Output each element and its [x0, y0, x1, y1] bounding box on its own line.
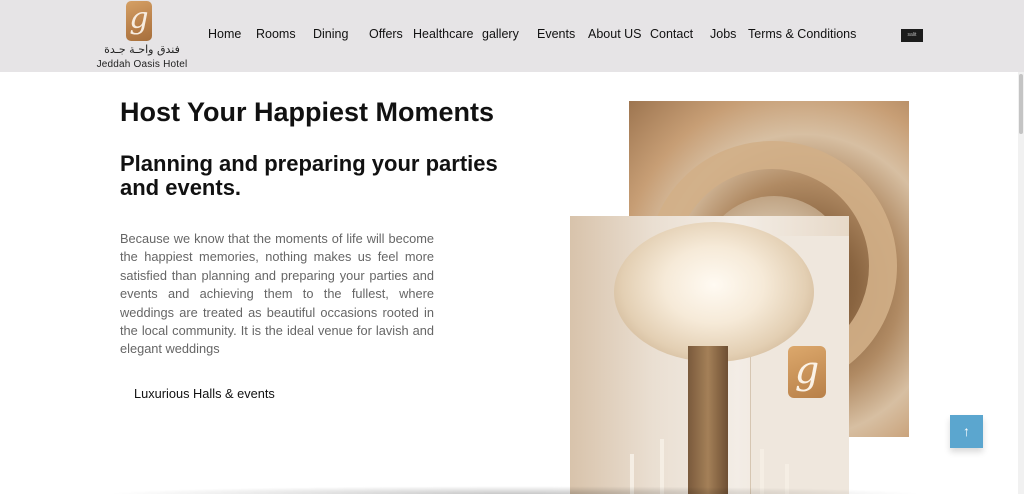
section-divider-shadow — [105, 486, 925, 494]
page-subtitle: Planning and preparing your parties and … — [120, 151, 498, 200]
nav-gallery[interactable]: gallery — [482, 27, 519, 41]
intro-paragraph: Because we know that the moments of life… — [120, 231, 434, 357]
nav-dining[interactable]: Dining — [313, 27, 348, 41]
nav-terms-conditions[interactable]: Terms & Conditions — [748, 27, 856, 41]
scrollbar-thumb[interactable] — [1019, 74, 1023, 134]
bouquet-stem — [688, 346, 728, 494]
luxurious-halls-link[interactable]: Luxurious Halls & events — [134, 386, 275, 401]
site-header: g فندق واحـة جـدة Jeddah Oasis Hotel Hom… — [0, 0, 1024, 72]
nav-home[interactable]: Home — [208, 27, 241, 41]
nav-about-us[interactable]: About US — [588, 27, 642, 41]
logo-arabic-name: فندق واحـة جـدة — [104, 43, 180, 56]
nav-jobs[interactable]: Jobs — [710, 27, 736, 41]
wedding-flowers-photo: g — [570, 216, 849, 494]
back-to-top-button[interactable]: ↑ — [950, 415, 983, 448]
page-scrollbar[interactable] — [1018, 72, 1024, 494]
hotel-logo-mark-icon: g — [788, 346, 826, 398]
language-switcher[interactable]: salit — [901, 29, 923, 42]
logo-mark-icon: g — [126, 1, 152, 41]
nav-rooms[interactable]: Rooms — [256, 27, 296, 41]
flower-bouquet — [614, 222, 814, 362]
page-title: Host Your Happiest Moments — [120, 97, 495, 127]
arrow-up-icon: ↑ — [963, 423, 970, 439]
hotel-logo[interactable]: g فندق واحـة جـدة Jeddah Oasis Hotel — [96, 0, 188, 72]
logo-english-name: Jeddah Oasis Hotel — [96, 59, 188, 70]
nav-healthcare[interactable]: Healthcare — [413, 27, 473, 41]
nav-events[interactable]: Events — [537, 27, 575, 41]
nav-contact[interactable]: Contact — [650, 27, 693, 41]
nav-offers[interactable]: Offers — [369, 27, 403, 41]
